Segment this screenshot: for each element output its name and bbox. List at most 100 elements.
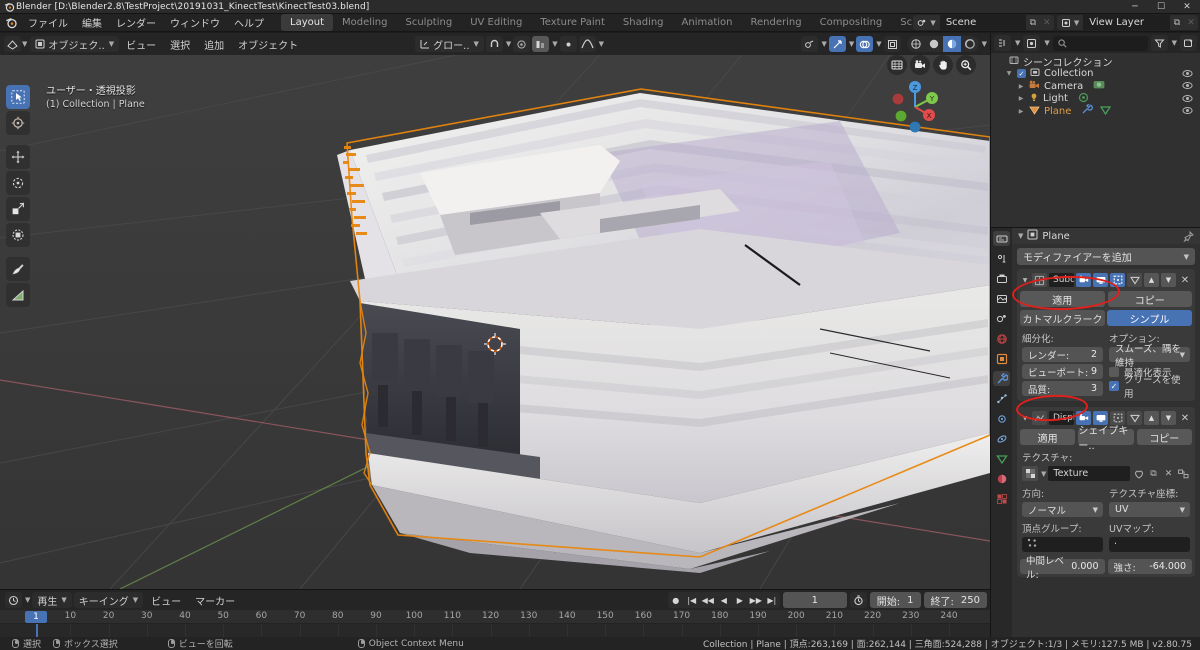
light-expand-icon[interactable]: ▶ <box>1017 95 1025 102</box>
timeline-playhead[interactable]: 1 <box>25 611 47 623</box>
view-layer-name[interactable]: View Layer <box>1083 15 1170 30</box>
scene-selector[interactable]: ▼ Scene ⧉ ✕ <box>913 15 1054 30</box>
subdivision-realtime-toggle[interactable] <box>1093 273 1108 287</box>
viewport-levels-field[interactable]: ビューポート: 9 <box>1022 364 1103 379</box>
outliner-row-light[interactable]: ▶ Light <box>991 92 1200 106</box>
record-icon[interactable]: ● <box>668 592 684 608</box>
magnet-icon[interactable] <box>485 36 503 52</box>
timeline-editor-type-icon[interactable] <box>5 592 22 608</box>
outliner-mode-caret[interactable]: ▼ <box>1044 39 1049 47</box>
subdivision-move-down-button[interactable]: ▼ <box>1161 273 1176 287</box>
use-creases-row[interactable]: ✓ クリースを使用 <box>1109 375 1190 400</box>
filter-icon[interactable] <box>1150 35 1168 51</box>
outliner-properties-divider[interactable] <box>991 227 1200 228</box>
jump-start-icon[interactable]: |◀ <box>684 592 700 608</box>
tab-animation[interactable]: Animation <box>673 14 742 31</box>
tab-modifiers[interactable] <box>993 371 1010 386</box>
jump-end-icon[interactable]: ▶| <box>764 592 780 608</box>
tab-sculpting[interactable]: Sculpting <box>397 14 462 31</box>
end-frame-field[interactable]: 終了: 250 <box>923 592 987 608</box>
view-layer-icon[interactable]: ▼ <box>1056 15 1084 30</box>
timeline-track-area[interactable] <box>0 624 990 637</box>
rotate-tool[interactable] <box>6 171 30 195</box>
modifier-icon[interactable] <box>1081 103 1094 118</box>
timeline-type-caret[interactable]: ▼ <box>25 596 30 604</box>
editor-type-caret[interactable]: ▼ <box>22 40 27 48</box>
subdivision-copy-button[interactable]: コピー <box>1107 291 1192 307</box>
collection-expand-icon[interactable]: ▼ <box>1005 70 1013 77</box>
overlays-toggle-icon[interactable] <box>856 36 874 52</box>
playback-menu[interactable]: 再生 ▼ <box>32 592 72 608</box>
new-collection-icon[interactable] <box>1180 35 1197 51</box>
gizmo-toggle-icon[interactable] <box>828 36 846 52</box>
snap-caret[interactable]: ▼ <box>506 40 511 48</box>
viewport-menu-view[interactable]: ビュー <box>119 35 163 54</box>
tab-output[interactable] <box>993 271 1010 286</box>
camera-data-icon[interactable] <box>1093 79 1105 93</box>
subdivision-delete-button[interactable]: ✕ <box>1178 273 1192 287</box>
outliner-editor[interactable]: ▼ ▼ ▼ シーンコレクション ▼ ✓ Collection ▶ Camera … <box>991 33 1200 227</box>
falloff-curve-caret[interactable]: ▼ <box>599 40 604 48</box>
solid-shading-icon[interactable] <box>925 36 943 52</box>
falloff-curve-icon[interactable] <box>578 36 596 52</box>
subdivision-on-cage-toggle[interactable] <box>1127 273 1142 287</box>
camera-visibility-icon[interactable] <box>1182 81 1193 93</box>
object-mode-selector[interactable]: オブジェク.. ▼ <box>30 36 120 52</box>
open-texture-properties-icon[interactable] <box>1177 466 1190 481</box>
next-keyframe-icon[interactable]: ▶▶ <box>748 592 764 608</box>
zoom-view-icon[interactable] <box>956 55 976 75</box>
proportional-size-icon[interactable] <box>559 36 577 52</box>
timeline-view-menu[interactable]: ビュー <box>145 591 187 610</box>
use-creases-checkbox[interactable]: ✓ <box>1109 381 1119 391</box>
subdivision-modifier-name[interactable]: Subdi <box>1049 273 1074 287</box>
timeline-editor[interactable]: ▼ 再生 ▼ キーイング ▼ ビュー マーカー ● |◀ ◀◀ ◀ ▶ ▶▶ ▶… <box>0 590 990 637</box>
scene-icon[interactable]: ▼ <box>913 15 940 30</box>
tab-modeling[interactable]: Modeling <box>333 14 397 31</box>
direction-dropdown[interactable]: ノーマル ▼ <box>1022 502 1103 517</box>
subdivision-apply-button[interactable]: 適用 <box>1020 291 1105 307</box>
outliner-row-scene-collection[interactable]: シーンコレクション <box>991 55 1200 69</box>
mesh-data-icon[interactable] <box>1100 105 1112 118</box>
optimal-display-checkbox[interactable] <box>1109 367 1119 377</box>
breadcrumb-caret[interactable]: ▼ <box>1018 232 1023 240</box>
displace-modifier-name[interactable]: Displ <box>1049 411 1074 425</box>
transform-tool[interactable] <box>6 223 30 247</box>
viewport-menu-object[interactable]: オブジェクト <box>231 35 305 54</box>
new-scene-button[interactable]: ⧉ <box>1025 15 1040 30</box>
timeline-marker-menu[interactable]: マーカー <box>189 591 241 610</box>
play-icon[interactable]: ▶ <box>732 592 748 608</box>
texture-name-field[interactable]: Texture <box>1048 466 1130 481</box>
viewport-timeline-divider[interactable] <box>0 589 990 590</box>
editor-type-icon[interactable] <box>4 36 21 52</box>
outliner-type-caret[interactable]: ▼ <box>1015 39 1020 47</box>
displace-copy-button[interactable]: コピー <box>1136 429 1192 445</box>
displace-delete-button[interactable]: ✕ <box>1178 411 1192 425</box>
uvmap-field[interactable]: · <box>1109 537 1190 552</box>
scene-name[interactable]: Scene <box>939 15 1026 30</box>
unlink-texture-icon[interactable]: ✕ <box>1162 466 1175 481</box>
tab-render[interactable] <box>993 251 1010 266</box>
outliner-display-mode-icon[interactable] <box>1023 35 1041 51</box>
viewport-menu-select[interactable]: 選択 <box>163 35 197 54</box>
camera-expand-icon[interactable]: ▶ <box>1017 83 1025 90</box>
menu-help[interactable]: ヘルプ <box>227 13 271 32</box>
remove-view-layer-button[interactable]: ✕ <box>1184 15 1198 30</box>
outliner-row-collection[interactable]: ▼ ✓ Collection <box>991 68 1200 81</box>
overlays-caret[interactable]: ▼ <box>876 40 881 48</box>
tab-particles[interactable] <box>993 391 1010 406</box>
xray-toggle-icon[interactable] <box>883 36 901 52</box>
filter-caret[interactable]: ▼ <box>1172 39 1177 47</box>
vertex-group-field[interactable] <box>1022 537 1103 552</box>
collection-checkbox[interactable]: ✓ <box>1017 69 1026 79</box>
plane-expand-icon[interactable]: ▶ <box>1017 108 1025 115</box>
subdivision-expand-icon[interactable]: ▼ <box>1020 277 1030 284</box>
new-view-layer-button[interactable]: ⧉ <box>1170 15 1184 30</box>
outliner-row-plane[interactable]: ▶ Plane <box>991 103 1200 118</box>
outliner-editor-type-icon[interactable] <box>994 35 1011 51</box>
auto-keying-icon[interactable] <box>849 592 867 608</box>
subdivision-render-toggle[interactable] <box>1076 273 1091 287</box>
add-modifier-button[interactable]: モディファイアーを追加 ▼ <box>1017 248 1195 265</box>
tab-shading[interactable]: Shading <box>614 14 673 31</box>
properties-editor[interactable]: ▼ Plane モディファイアーを追加 ▼ ▼ Subd ▲ ▼ ✕ 適用 コピ… <box>991 228 1200 637</box>
tab-layout[interactable]: Layout <box>281 14 333 31</box>
